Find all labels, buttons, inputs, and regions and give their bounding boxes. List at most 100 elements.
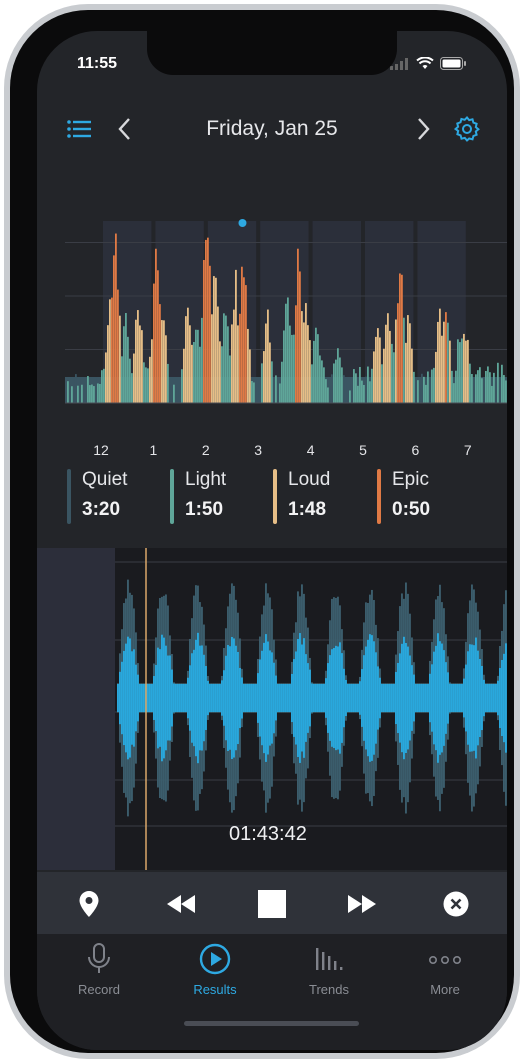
snore-bar [445, 312, 447, 403]
playback-controls [37, 872, 507, 934]
wifi-icon [416, 57, 434, 69]
snore-bar [133, 353, 135, 403]
snore-bar [103, 368, 105, 403]
snore-bar [419, 388, 421, 403]
waveform-sample [503, 653, 505, 743]
waveform-sample [285, 684, 287, 712]
snore-bar [303, 322, 305, 403]
audio-waveform[interactable] [37, 548, 507, 870]
waveform-sample [327, 663, 329, 733]
snore-bar [411, 348, 413, 403]
x-tick-label: 6 [411, 442, 420, 458]
snore-bar [463, 333, 465, 403]
waveform-sample [333, 647, 335, 749]
snore-bar [433, 367, 435, 403]
tab-results[interactable]: Results [165, 940, 265, 1000]
waveform-sample [387, 684, 389, 712]
waveform-sample [427, 684, 429, 712]
snore-bar [357, 385, 359, 403]
waveform-sample [231, 636, 233, 760]
snore-bar [459, 342, 461, 403]
waveform-sample [121, 661, 123, 735]
snore-bar [245, 285, 247, 403]
snore-bar [125, 313, 127, 403]
snore-bar [187, 307, 189, 403]
snore-bar [391, 343, 393, 403]
snore-bar [213, 276, 215, 403]
snore-bar [475, 374, 477, 403]
snore-bar [337, 348, 339, 403]
next-day-button[interactable] [409, 109, 439, 149]
snore-bar [467, 339, 469, 403]
waveform-sample [497, 680, 499, 716]
waveform-sample [455, 684, 457, 712]
snore-bar [139, 325, 141, 403]
snore-bar [215, 277, 217, 403]
waveform-sample [199, 645, 201, 751]
waveform-sample [275, 675, 277, 721]
snore-bar [69, 383, 71, 403]
snore-bar [99, 383, 101, 403]
waveform-sample [271, 652, 273, 744]
snore-bar [89, 385, 91, 403]
close-playback-button[interactable] [434, 882, 478, 926]
snore-bar [167, 363, 169, 403]
snore-bar [447, 322, 449, 403]
snore-bar [199, 346, 201, 403]
snore-bar [325, 379, 327, 403]
snore-bar [209, 265, 211, 403]
waveform-sample [251, 684, 253, 712]
waveform-sample [203, 654, 205, 742]
waveform-sample [499, 668, 501, 728]
waveform-sample [381, 684, 383, 712]
legend-label: Epic [392, 469, 429, 490]
rewind-button[interactable] [159, 882, 203, 926]
snore-bar [195, 329, 197, 403]
waveform-sample [267, 641, 269, 755]
waveform-sample [295, 651, 297, 745]
snore-intensity-chart[interactable] [65, 181, 507, 433]
waveform-sample [345, 679, 347, 717]
waveform-sample [399, 653, 401, 743]
waveform-sample [129, 638, 131, 758]
waveform-sample [119, 671, 121, 725]
settings-button[interactable] [449, 109, 485, 149]
waveform-sample [125, 643, 127, 753]
tab-trends[interactable]: Trends [279, 940, 379, 1000]
snore-bar [161, 320, 163, 403]
waveform-sample [143, 684, 145, 712]
snore-bar [449, 340, 451, 403]
waveform-sample [117, 684, 119, 712]
snore-bar [387, 313, 389, 403]
snore-bar [365, 376, 367, 403]
waveform-sample [253, 684, 255, 712]
waveform-sample [159, 649, 161, 747]
snore-bar [169, 385, 171, 403]
waveform-sample [453, 684, 455, 712]
fast-forward-button[interactable] [340, 882, 384, 926]
waveform-sample [357, 684, 359, 712]
snore-bar [417, 380, 419, 403]
snore-bar [203, 260, 205, 403]
snore-bar [379, 337, 381, 403]
waveform-sample [313, 684, 315, 712]
tab-record[interactable]: Record [49, 940, 149, 1000]
bookmark-button[interactable] [67, 882, 111, 926]
waveform-sample [131, 651, 133, 745]
snore-bar [367, 366, 369, 403]
waveform-sample [433, 651, 435, 745]
selected-point-marker[interactable] [238, 219, 247, 227]
snore-bar [205, 239, 207, 403]
waveform-sample [439, 641, 441, 755]
waveform-sample [447, 672, 449, 724]
snore-bar [473, 389, 475, 403]
stop-button[interactable] [250, 882, 294, 926]
snore-bar [385, 324, 387, 403]
snore-bar [115, 233, 117, 403]
snore-bar [339, 357, 341, 403]
waveform-sample [189, 665, 191, 731]
snore-bar [319, 355, 321, 403]
snore-bar [399, 273, 401, 403]
tab-more[interactable]: More [395, 940, 495, 1000]
snore-bar [425, 384, 427, 403]
